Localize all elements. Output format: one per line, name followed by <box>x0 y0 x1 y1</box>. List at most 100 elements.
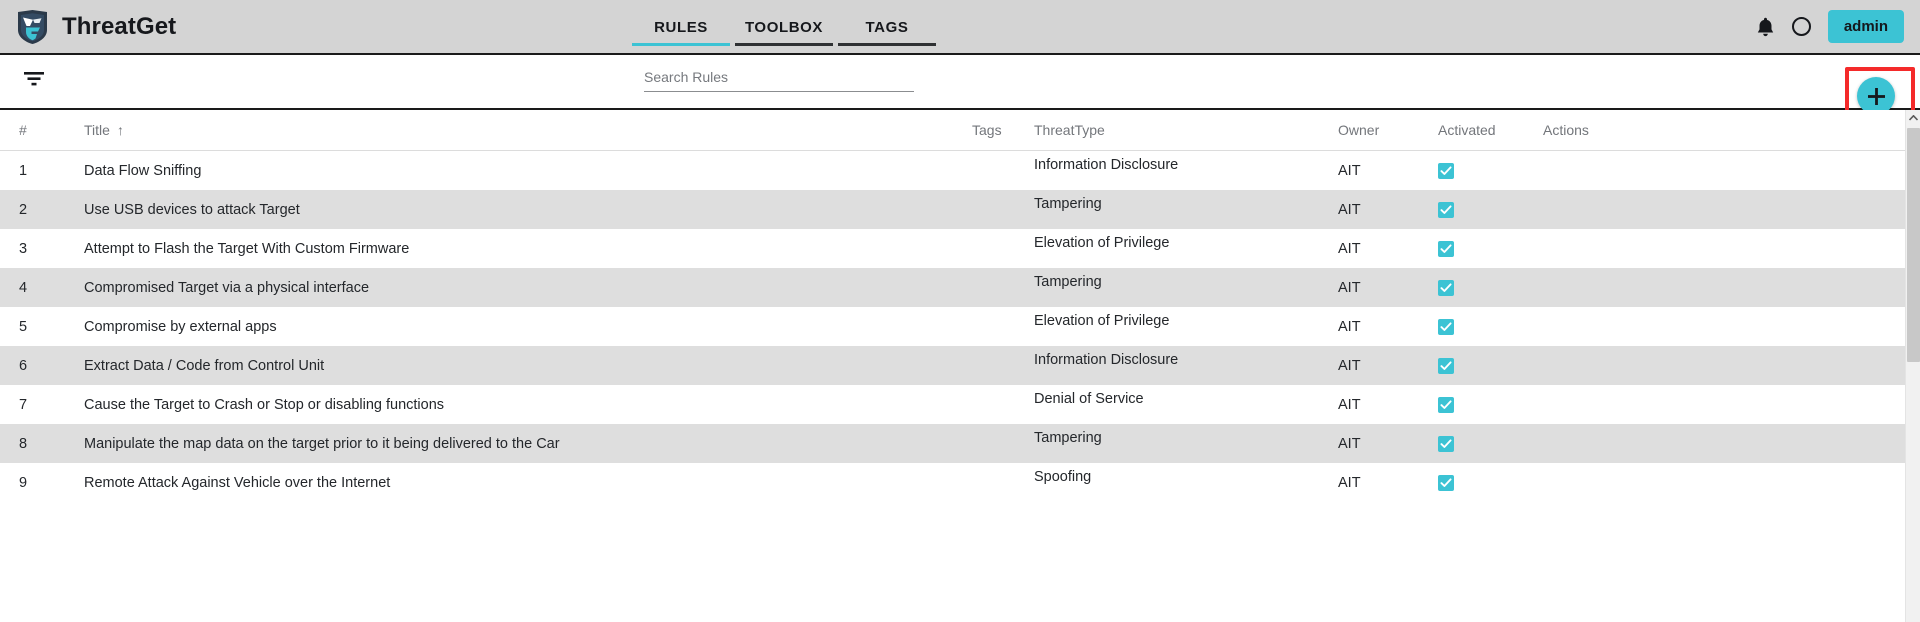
row-threattype: Spoofing <box>1034 469 1338 491</box>
table-row[interactable]: 4 Compromised Target via a physical inter… <box>0 268 1905 307</box>
scrollbar-thumb[interactable] <box>1907 128 1920 362</box>
admin-button[interactable]: admin <box>1827 10 1904 43</box>
row-number: 7 <box>19 396 28 413</box>
row-threattype: Information Disclosure <box>1034 157 1338 179</box>
activated-checkbox[interactable] <box>1438 162 1454 179</box>
activated-checkbox[interactable] <box>1438 396 1454 413</box>
scroll-up-button[interactable] <box>1906 110 1920 126</box>
column-header-title[interactable]: Title ↑ <box>84 122 972 138</box>
row-activated-cell <box>1438 162 1543 179</box>
check-icon <box>1440 399 1452 409</box>
row-threattype-label: Elevation of Privilege <box>1034 312 1170 329</box>
table-row[interactable]: 5 Compromise by external apps Elevation of… <box>0 307 1905 346</box>
row-threattype-label: Spoofing <box>1034 468 1092 485</box>
row-threattype: Elevation of Privilege <box>1034 313 1338 335</box>
brand-name: ThreatGet <box>62 12 177 40</box>
row-threattype: Tampering <box>1034 430 1338 452</box>
search-input[interactable] <box>644 69 914 91</box>
row-activated-cell <box>1438 435 1543 452</box>
row-activated-cell <box>1438 279 1543 296</box>
row-owner: AIT <box>1338 474 1361 491</box>
table-row[interactable]: 6 Extract Data / Code from Control Unit In… <box>0 346 1905 385</box>
row-activated-cell <box>1438 474 1543 491</box>
row-title[interactable]: Remote Attack Against Vehicle over the I… <box>84 475 972 491</box>
row-owner: AIT <box>1338 318 1361 335</box>
row-title[interactable]: Use USB devices to attack Target <box>84 202 972 218</box>
row-number: 4 <box>19 279 28 296</box>
row-threattype: Elevation of Privilege <box>1034 235 1338 257</box>
row-owner: AIT <box>1338 396 1361 413</box>
row-threattype-label: Tampering <box>1034 429 1102 446</box>
main-nav: RULES TOOLBOX TAGS <box>632 0 936 53</box>
row-owner: AIT <box>1338 435 1361 452</box>
activated-checkbox[interactable] <box>1438 435 1454 452</box>
column-header-actions: Actions <box>1543 122 1589 138</box>
row-title[interactable]: Manipulate the map data on the target pr… <box>84 436 972 452</box>
activated-checkbox[interactable] <box>1438 357 1454 374</box>
table-row[interactable]: 8 Manipulate the map data on the target p… <box>0 424 1905 463</box>
row-number: 5 <box>19 318 28 335</box>
row-title[interactable]: Cause the Target to Crash or Stop or dis… <box>84 397 972 413</box>
row-title[interactable]: Compromise by external apps <box>84 319 972 335</box>
activated-checkbox[interactable] <box>1438 201 1454 218</box>
plus-icon <box>1867 87 1885 105</box>
check-icon <box>1440 438 1452 448</box>
rules-toolbar <box>0 55 1920 144</box>
row-title[interactable]: Attempt to Flash the Target With Custom … <box>84 241 972 257</box>
activated-checkbox[interactable] <box>1438 279 1454 296</box>
threatget-logo-icon <box>18 9 47 44</box>
table-row[interactable]: 3 Attempt to Flash the Target With Custom… <box>0 229 1905 268</box>
tab-rules[interactable]: RULES <box>632 19 730 46</box>
tab-toolbox[interactable]: TOOLBOX <box>735 19 833 46</box>
column-header-activated[interactable]: Activated <box>1438 122 1543 138</box>
activated-checkbox[interactable] <box>1438 474 1454 491</box>
table-row[interactable]: 7 Cause the Target to Crash or Stop or di… <box>0 385 1905 424</box>
table-body: 1 Data Flow Sniffing Information Disclosur… <box>0 151 1920 502</box>
column-header-number[interactable]: # <box>0 122 84 138</box>
activated-checkbox[interactable] <box>1438 240 1454 257</box>
row-number: 8 <box>19 435 28 452</box>
bell-icon[interactable] <box>1756 17 1775 37</box>
row-title[interactable]: Compromised Target via a physical interf… <box>84 280 972 296</box>
row-threattype: Tampering <box>1034 274 1338 296</box>
row-threattype: Denial of Service <box>1034 391 1338 413</box>
row-threattype-label: Information Disclosure <box>1034 156 1179 173</box>
column-header-title-label: Title <box>84 122 110 138</box>
tab-tags[interactable]: TAGS <box>838 19 936 46</box>
column-header-owner[interactable]: Owner <box>1338 122 1438 138</box>
filter-icon[interactable] <box>24 72 44 86</box>
row-title[interactable]: Data Flow Sniffing <box>84 163 972 179</box>
table-row[interactable]: 1 Data Flow Sniffing Information Disclosur… <box>0 151 1905 190</box>
activated-checkbox[interactable] <box>1438 318 1454 335</box>
table-row[interactable]: 9 Remote Attack Against Vehicle over the … <box>0 463 1905 502</box>
check-icon <box>1440 282 1452 292</box>
column-header-threattype[interactable]: ThreatType <box>1034 122 1338 138</box>
row-threattype-label: Elevation of Privilege <box>1034 234 1170 251</box>
row-threattype: Tampering <box>1034 196 1338 218</box>
row-activated-cell <box>1438 240 1543 257</box>
check-icon <box>1440 165 1452 175</box>
table-row[interactable]: 2 Use USB devices to attack Target Tamperi… <box>0 190 1905 229</box>
row-title[interactable]: Extract Data / Code from Control Unit <box>84 358 972 374</box>
row-threattype: Information Disclosure <box>1034 352 1338 374</box>
row-activated-cell <box>1438 201 1543 218</box>
column-header-tags[interactable]: Tags <box>972 122 1034 138</box>
row-number: 3 <box>19 240 28 257</box>
brand: ThreatGet <box>0 9 177 44</box>
row-owner: AIT <box>1338 279 1361 296</box>
table-header-row: # Title ↑ Tags ThreatType Owner Activated… <box>0 110 1905 151</box>
header-actions: admin <box>1756 10 1904 43</box>
avatar[interactable] <box>1791 17 1811 36</box>
row-number: 9 <box>19 474 28 491</box>
row-number: 2 <box>19 201 28 218</box>
row-activated-cell <box>1438 396 1543 413</box>
check-icon <box>1440 321 1452 331</box>
check-icon <box>1440 360 1452 370</box>
row-threattype-label: Tampering <box>1034 195 1102 212</box>
row-threattype-label: Tampering <box>1034 273 1102 290</box>
vertical-scrollbar[interactable] <box>1905 110 1920 622</box>
row-owner: AIT <box>1338 162 1361 179</box>
rules-table: # Title ↑ Tags ThreatType Owner Activated… <box>0 110 1920 622</box>
row-owner: AIT <box>1338 357 1361 374</box>
row-threattype-label: Information Disclosure <box>1034 351 1179 368</box>
